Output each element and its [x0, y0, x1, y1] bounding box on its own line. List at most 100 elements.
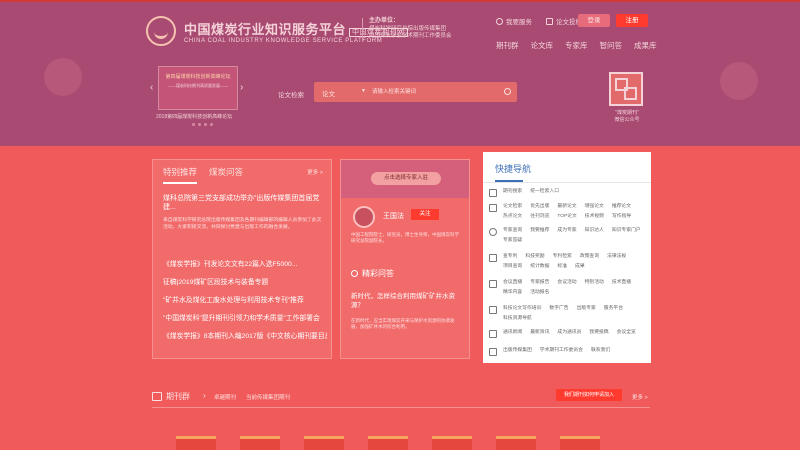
quick-link[interactable]: 专家查询: [503, 227, 522, 235]
nav-item-experts[interactable]: 专家库: [565, 40, 588, 51]
quick-link[interactable]: 会议直播: [503, 279, 522, 287]
caret-down-icon[interactable]: ▼: [361, 88, 366, 94]
quick-link[interactable]: 会议活动: [557, 279, 576, 287]
quick-link[interactable]: 统计数据: [530, 263, 549, 271]
follow-button[interactable]: 关注: [411, 209, 439, 220]
quick-link[interactable]: 统一检索入口: [530, 188, 559, 197]
chevron-right-icon[interactable]: ›: [240, 82, 243, 93]
quick-link[interactable]: 学术期刊工作委员会: [540, 347, 583, 356]
list-item[interactable]: 征稿|2019煤矿区段技术与装备专题: [163, 274, 327, 292]
quick-link[interactable]: 特别活动: [585, 279, 604, 287]
quick-link[interactable]: 我要投稿: [589, 329, 608, 338]
featured-headline[interactable]: 煤科总院第三党支部成功举办“出版传媒集团首届党建...: [163, 194, 323, 212]
apply-journal-button[interactable]: 我们期刊如何申请加入: [556, 389, 622, 401]
journal-cover[interactable]: [304, 436, 344, 450]
quick-link[interactable]: 精华内容: [503, 289, 522, 297]
list-item[interactable]: 《煤炭学报》8本期刊入编2017版《中文核心期刊要目总: [163, 328, 327, 346]
achievement-icon: [489, 254, 497, 262]
quick-link[interactable]: 推荐论文: [612, 203, 631, 211]
quick-link[interactable]: 会议全览: [617, 329, 636, 338]
journal-cover[interactable]: [240, 436, 280, 450]
pagination-dot[interactable]: [198, 123, 201, 126]
quick-link[interactable]: 科技资源导航: [503, 315, 532, 323]
quick-link[interactable]: 活动报名: [530, 289, 549, 297]
quick-link[interactable]: 专利检索: [553, 253, 572, 261]
journal-cover[interactable]: [560, 436, 600, 450]
featured-more-link[interactable]: 更多 >: [307, 168, 323, 176]
quick-link[interactable]: 最新资讯: [530, 329, 549, 338]
quick-link[interactable]: 技术直播: [612, 279, 631, 287]
expert-name[interactable]: 王国法: [383, 211, 404, 221]
join-expert-button[interactable]: 点击选择专家入驻: [371, 172, 441, 185]
quick-link[interactable]: 政策查询: [580, 253, 599, 261]
pagination-dot[interactable]: [192, 123, 195, 126]
quick-link[interactable]: 科技奖励: [525, 253, 544, 261]
pagination-dot[interactable]: [210, 123, 213, 126]
nav-item-papers[interactable]: 论文库: [531, 40, 554, 51]
quick-link[interactable]: 知识专家门户: [612, 227, 641, 235]
quick-link[interactable]: 写作指导: [612, 213, 631, 221]
login-button[interactable]: 登录: [578, 14, 610, 27]
journal-cover[interactable]: [368, 436, 408, 450]
quick-link[interactable]: 我要推荐: [530, 227, 549, 235]
search-type-select[interactable]: 论文: [322, 88, 335, 98]
quick-link[interactable]: 成为专家: [557, 227, 576, 235]
forum-banner[interactable]: 第四届煤炭科技创新高峰论坛 ——煤炭科技期刊高质量发展——: [158, 66, 238, 110]
quick-link[interactable]: 查专利: [503, 253, 517, 261]
periodical-more-link[interactable]: 更多 >: [632, 393, 648, 401]
quick-link[interactable]: 论文检索: [503, 203, 522, 211]
nav-item-qa[interactable]: 智问答: [600, 40, 623, 51]
periodical-link-excellent[interactable]: 卓越期刊: [214, 393, 236, 401]
quick-link[interactable]: 往刊浏览: [530, 213, 549, 221]
journal-cover[interactable]: [496, 436, 536, 450]
quick-link[interactable]: 期刊搜索: [503, 188, 522, 197]
quick-link[interactable]: 优先出版: [530, 203, 549, 211]
expert-banner: 点击选择专家入驻: [341, 160, 469, 198]
search-input[interactable]: [372, 86, 502, 98]
quick-link[interactable]: 法律法规: [607, 253, 626, 261]
avatar[interactable]: [353, 206, 375, 228]
quick-link[interactable]: 联系我们: [591, 347, 610, 356]
banner-caption[interactable]: 2018第四届煤炭科技创新高峰论坛: [156, 113, 232, 120]
quick-link[interactable]: 项目查询: [503, 263, 522, 271]
quick-link[interactable]: 出版传媒集团: [503, 347, 532, 356]
quick-link[interactable]: 出版专家: [577, 305, 596, 313]
quick-link[interactable]: 成果: [575, 263, 585, 271]
logo-emblem-icon[interactable]: [146, 16, 176, 46]
quick-link[interactable]: 最新论文: [557, 203, 576, 211]
quick-link[interactable]: 服务平台: [604, 305, 623, 313]
publish-link[interactable]: 论文投稿: [546, 16, 582, 26]
quick-link[interactable]: 数字广告: [549, 305, 568, 313]
journal-cover[interactable]: [432, 436, 472, 450]
quick-link[interactable]: 专家报告: [530, 279, 549, 287]
periodical-links: 卓越期刊 当前传媒集团期刊: [214, 393, 290, 401]
meeting-icon: [489, 280, 497, 288]
quick-link[interactable]: 技术视频: [585, 213, 604, 221]
quick-link[interactable]: TOP论文: [557, 213, 576, 221]
quick-link[interactable]: 知识达人: [585, 227, 604, 235]
qa-question[interactable]: 新时代，怎样综合利用煤矿矿井水资源？: [351, 292, 463, 310]
register-button[interactable]: 注册: [616, 14, 648, 27]
favorite-link[interactable]: 我要服务: [496, 16, 532, 26]
list-item[interactable]: "中国煤炭科"提升期刊引领力和学术质量"工作部署会: [163, 310, 327, 328]
periodical-link-group[interactable]: 当前传媒集团期刊: [246, 393, 290, 401]
quick-link[interactable]: 成为通讯员: [557, 329, 581, 338]
pagination-dot[interactable]: [204, 123, 207, 126]
quick-link[interactable]: 通讯新闻: [503, 329, 522, 338]
tab-coal-qa[interactable]: 煤炭问答: [209, 166, 243, 184]
quick-link[interactable]: 标准: [557, 263, 567, 271]
journal-covers: [176, 436, 600, 450]
list-item[interactable]: 《煤炭学报》刊发论文文有22篇入选F5000...: [163, 256, 327, 274]
quick-link[interactable]: 科技论文写作培训: [503, 305, 541, 313]
quick-link[interactable]: 增强论文: [585, 203, 604, 211]
chevron-left-icon[interactable]: ‹: [150, 82, 153, 93]
nav-item-journals[interactable]: 期刊群: [496, 40, 519, 51]
list-item[interactable]: "矿井水及煤化工废水处理与利用技术专刊"推荐: [163, 292, 327, 310]
nav-item-results[interactable]: 成果库: [634, 40, 657, 51]
journal-cover[interactable]: [176, 436, 216, 450]
quick-link[interactable]: 热点论文: [503, 213, 522, 221]
search-icon[interactable]: [504, 88, 511, 95]
tab-special[interactable]: 特别推荐: [163, 166, 198, 184]
quick-nav-title: 快捷导航: [495, 164, 532, 174]
quick-link[interactable]: 专家答疑: [503, 237, 522, 245]
